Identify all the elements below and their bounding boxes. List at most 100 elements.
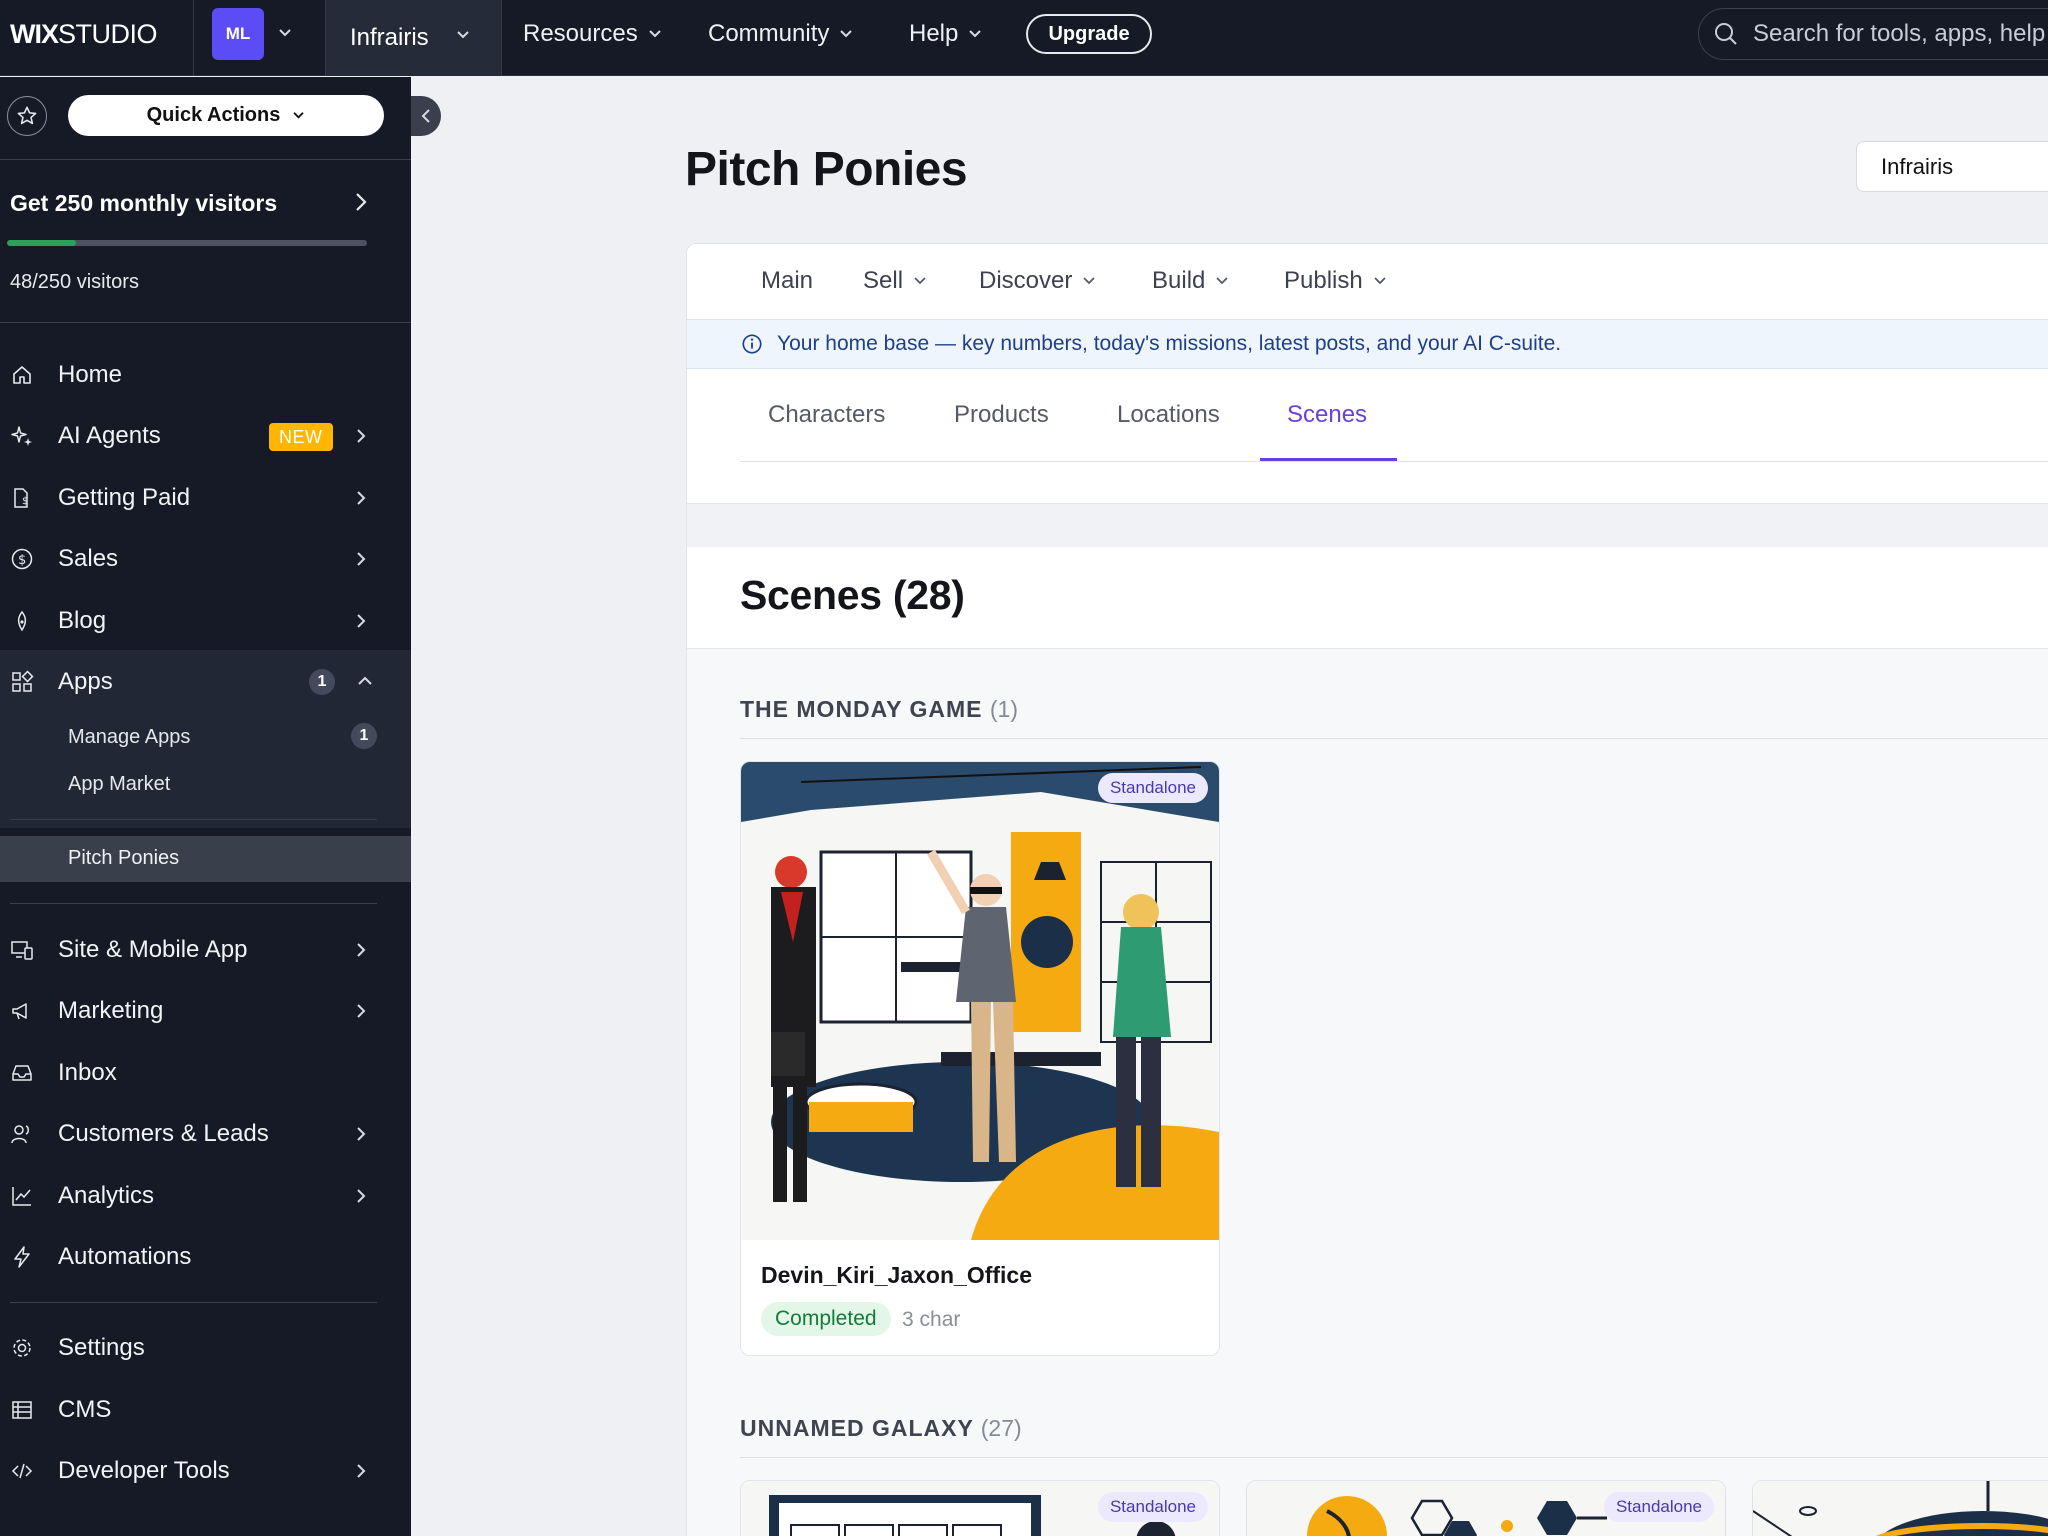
sidebar-item-label: Customers & Leads [58,1120,269,1147]
collapse-sidebar-button[interactable] [411,96,441,136]
chevron-right-icon [357,491,366,505]
sidebar-subitem-pitch-ponies[interactable] [0,836,411,882]
favorites-button[interactable] [7,96,47,136]
chevron-right-icon[interactable] [354,191,368,213]
divider [740,738,2048,739]
app-nav-label: Main [761,267,814,294]
nav-community[interactable]: Community [708,0,853,68]
tab-scenes[interactable]: Scenes [1287,369,1367,461]
office-scene-illustration [741,762,1219,1240]
top-bar: WIXSTUDIO ML Infrairis Resources Communi… [0,0,2048,76]
site-switcher[interactable]: Infrairis [326,0,502,76]
app-nav-main[interactable]: Main [761,243,813,319]
apps-count-badge: 1 [309,669,335,695]
chevron-right-icon [357,614,366,628]
sparkle-icon [11,426,32,446]
visitors-promo[interactable]: Get 250 monthly visitors [10,190,277,217]
search-input[interactable]: Search for tools, apps, help [1698,8,2048,60]
app-nav-build[interactable]: Build [1152,243,1229,319]
divider [10,903,377,904]
chevron-down-icon [1216,277,1229,285]
scene-thumbnail: Standalone [1247,1481,1725,1536]
tab-label: Locations [1117,401,1220,428]
chevron-right-icon [357,1464,366,1478]
app-nav-label: Sell [863,267,904,294]
sidebar: Quick Actions Get 250 monthly visitors 4… [0,77,411,1536]
sidebar-item-label: Developer Tools [58,1457,230,1484]
search-icon [1715,23,1737,45]
manage-apps-count-badge: 1 [351,723,377,749]
sidebar-item-label: Blog [58,607,107,634]
sidebar-item-blog[interactable]: Blog [0,592,411,650]
upgrade-button[interactable]: Upgrade [1026,14,1152,54]
chevron-down-icon[interactable] [278,28,292,38]
sidebar-item-label: CMS [58,1396,112,1423]
sidebar-item-sales[interactable]: $ Sales [0,530,411,588]
sidebar-item-label: Analytics [58,1182,155,1209]
divider [0,322,411,323]
sidebar-item-settings[interactable]: Settings [0,1319,411,1377]
app-nav-discover[interactable]: Discover [979,243,1096,319]
svg-text:$: $ [22,496,28,507]
sidebar-item-label: Settings [58,1334,145,1361]
sidebar-item-ai-agents[interactable]: AI Agents NEW [0,407,411,465]
receipt-dollar-icon: $ [14,488,28,508]
divider [10,1302,377,1303]
tab-characters[interactable]: Characters [768,369,885,461]
chevron-up-icon [358,676,372,685]
group-count: (1) [989,696,1018,722]
tab-locations[interactable]: Locations [1117,369,1220,461]
sidebar-item-marketing[interactable]: Marketing [0,982,411,1040]
dollar-circle-icon: $ [11,548,33,570]
sidebar-subitem-manage-apps[interactable]: Manage Apps [68,726,190,749]
app-nav-label: Build [1152,267,1206,294]
nav-resources[interactable]: Resources [523,0,662,68]
sidebar-subitem-app-market[interactable]: App Market [68,773,170,796]
sidebar-item-customers-leads[interactable]: Customers & Leads [0,1105,411,1163]
sidebar-item-home[interactable]: Home [0,346,411,404]
chevron-right-icon [357,1127,366,1141]
nav-help[interactable]: Help [909,0,982,68]
app-nav-publish[interactable]: Publish [1284,243,1387,319]
sidebar-item-apps[interactable]: Apps 1 [0,653,411,711]
sidebar-item-developer-tools[interactable]: Developer Tools [0,1442,411,1500]
scene-card[interactable]: Standalone Devin_Kiri_Jaxon_Office Compl… [740,761,1220,1356]
scene-card[interactable] [1752,1480,2048,1536]
chevron-down-icon [293,112,304,119]
chevron-down-icon [457,31,469,39]
sidebar-item-getting-paid[interactable]: $ Getting Paid [0,469,411,527]
app-nav-sell[interactable]: Sell [863,243,927,319]
sidebar-item-inbox[interactable]: Inbox [0,1044,411,1102]
sidebar-item-site-mobile-app[interactable]: Site & Mobile App [0,921,411,979]
group-name: THE MONDAY GAME [740,696,983,722]
avatar[interactable]: ML [212,8,264,60]
scene-name: Devin_Kiri_Jaxon_Office [761,1262,1033,1288]
group-heading-monday-game[interactable]: THE MONDAY GAME (1) [740,696,1018,723]
divider [0,159,411,160]
divider [193,0,194,76]
scene-card[interactable]: Standalone [1246,1480,1726,1536]
group-name: UNNAMED GALAXY [740,1415,974,1441]
scene-card[interactable]: Standalone [740,1480,1220,1536]
site-select[interactable]: Infrairis [1856,141,2048,192]
tab-products[interactable]: Products [954,369,1049,461]
quick-actions-label: Quick Actions [146,104,281,126]
users-icon [11,1125,29,1144]
devices-icon [11,941,33,960]
pen-nib-icon [17,610,27,632]
sidebar-item-cms[interactable]: CMS [0,1381,411,1439]
chevron-down-icon [840,30,853,38]
app-nav-label: Discover [979,267,1073,294]
sidebar-item-label: Marketing [58,997,164,1024]
analytics-icon [12,1187,31,1206]
group-heading-unnamed-galaxy[interactable]: UNNAMED GALAXY (27) [740,1415,1022,1442]
sidebar-item-automations[interactable]: Automations [0,1228,411,1286]
scene-thumbnail: Standalone [741,1481,1219,1536]
scene-thumbnail: Standalone [741,762,1219,1240]
sidebar-item-analytics[interactable]: Analytics [0,1167,411,1225]
info-icon [742,334,762,354]
sidebar-item-label: Sales [58,545,119,572]
wix-studio-logo[interactable]: WIXSTUDIO [10,18,158,50]
divider [740,1457,2048,1458]
quick-actions-button[interactable]: Quick Actions [68,95,384,136]
